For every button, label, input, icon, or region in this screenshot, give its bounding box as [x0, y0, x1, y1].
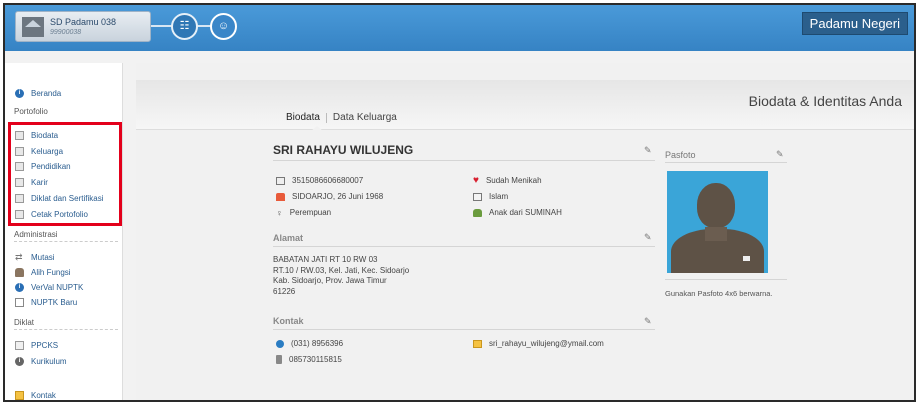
active-tab-caret — [311, 126, 323, 131]
diklat-heading: Diklat — [14, 318, 118, 330]
marital-row: ♥ Sudah Menikah — [473, 174, 542, 186]
edit-photo-pencil-icon[interactable]: ✎ — [776, 149, 784, 160]
sidebar: i Beranda Portofolio Biodata Keluarga Pe… — [5, 63, 123, 400]
transfer-icon: ⇄ — [15, 251, 23, 262]
person-name: SRI RAHAYU WILUJENG — [273, 143, 414, 157]
religion-row: Islam — [473, 192, 508, 201]
heart-icon: ♥ — [473, 174, 479, 186]
photo-silhouette-head — [697, 183, 735, 228]
sidebar-item-kurikulum[interactable]: i Kurikulum — [15, 355, 67, 367]
photo-heading: Pasfoto — [665, 150, 696, 160]
id-card-icon — [276, 176, 285, 185]
org-chart-nav-icon[interactable]: ☷ — [171, 13, 198, 40]
admin-heading: Administrasi — [14, 230, 118, 242]
chart-icon — [15, 340, 24, 350]
nik-row: 3515086606680007 — [276, 176, 363, 185]
tab-separator — [325, 112, 327, 123]
photo-note: Gunakan Pasfoto 4x6 berwarna. — [665, 289, 773, 298]
parent-row: Anak dari SUMINAH — [473, 208, 562, 217]
divider — [665, 162, 787, 163]
portfolio-heading: Portofolio — [14, 107, 48, 116]
mobile-row: 085730115815 — [276, 355, 342, 364]
school-building-icon — [22, 17, 44, 37]
sidebar-item-kontak[interactable]: Kontak — [15, 389, 56, 400]
sidebar-item-label: Alih Fungsi — [31, 267, 71, 277]
phone-row: (031) 8956396 — [276, 339, 343, 348]
marital-value: Sudah Menikah — [485, 176, 542, 185]
mail-icon — [15, 390, 24, 400]
info-icon: i — [15, 88, 24, 98]
tab-biodata[interactable]: Biodata — [286, 112, 320, 123]
address-block: BABATAN JATI RT 10 RW 03 RT.10 / RW.03, … — [273, 255, 409, 297]
gender-value: Perempuan — [289, 208, 332, 217]
nik-value: 3515086606680007 — [292, 176, 364, 185]
envelope-icon — [473, 339, 482, 348]
school-name: SD Padamu 038 — [50, 17, 117, 27]
mobile-phone-icon — [276, 355, 282, 364]
mobile-value: 085730115815 — [289, 355, 342, 364]
divider — [273, 329, 655, 330]
religion-value: Islam — [489, 192, 509, 201]
sidebar-item-label: Kurikulum — [31, 356, 67, 366]
sidebar-item-label: Mutasi — [31, 252, 55, 262]
sidebar-item-label: VerVal NUPTK — [31, 282, 84, 292]
page-title: Biodata & Identitas Anda — [748, 93, 902, 109]
app-frame: SD Padamu 038 99900038 ☷ ☺ Padamu Negeri… — [3, 3, 916, 402]
info-icon: i — [15, 282, 24, 292]
sidebar-item-label: Beranda — [31, 88, 62, 98]
sidebar-item-label: Kontak — [31, 390, 56, 400]
address-line: RT.10 / RW.03, Kel. Jati, Kec. Sidoarjo — [273, 265, 410, 275]
sidebar-item-alih-fungsi[interactable]: Alih Fungsi — [15, 266, 71, 278]
person-icon — [15, 267, 24, 277]
sidebar-item-mutasi[interactable]: ⇄ Mutasi — [15, 251, 55, 263]
tab-bar: Biodata Data Keluarga — [286, 112, 397, 123]
sidebar-item-ppcks[interactable]: PPCKS — [15, 339, 58, 351]
email-row: sri_rahayu_wilujeng@ymail.com — [473, 339, 604, 348]
school-card[interactable]: SD Padamu 038 99900038 — [15, 11, 151, 42]
edit-address-pencil-icon[interactable]: ✎ — [644, 232, 652, 243]
main-content: Biodata & Identitas Anda Biodata Data Ke… — [136, 63, 914, 400]
birth-row: SIDOARJO, 26 Juni 1968 — [276, 192, 383, 201]
gender-row: ♀ Perempuan — [276, 208, 331, 217]
portfolio-highlight-box — [8, 122, 122, 226]
edit-contact-pencil-icon[interactable]: ✎ — [644, 316, 652, 327]
parent-value: Anak dari SUMINAH — [489, 208, 562, 217]
phone-icon — [276, 339, 284, 348]
address-line: Kab. Sidoarjo, Prov. Jawa Timur — [273, 276, 387, 285]
address-line: 61226 — [273, 286, 296, 296]
profile-photo-placeholder — [667, 171, 768, 273]
divider — [665, 279, 787, 280]
brand-label[interactable]: Padamu Negeri — [801, 12, 908, 35]
divider — [273, 246, 655, 247]
divider — [273, 160, 655, 161]
profile-nav-icon[interactable]: ☺ — [210, 13, 237, 40]
birth-value: SIDOARJO, 26 Juni 1968 — [292, 192, 384, 201]
address-line: BABATAN JATI RT 10 RW 03 — [273, 255, 378, 264]
school-id: 99900038 — [50, 29, 82, 36]
sidebar-item-nuptk-baru[interactable]: NUPTK Baru — [15, 296, 77, 308]
sidebar-item-verval-nuptk[interactable]: i VerVal NUPTK — [15, 281, 83, 293]
top-bar: SD Padamu 038 99900038 ☷ ☺ Padamu Negeri — [5, 5, 914, 51]
page-icon — [15, 297, 24, 307]
email-value[interactable]: sri_rahayu_wilujeng@ymail.com — [489, 339, 604, 348]
photo-silhouette-collar — [705, 227, 727, 241]
edit-name-pencil-icon[interactable]: ✎ — [644, 145, 652, 156]
sidebar-item-beranda[interactable]: i Beranda — [15, 87, 61, 99]
photo-silhouette-badge — [743, 256, 750, 261]
contact-heading: Kontak — [273, 316, 304, 326]
tab-data-keluarga[interactable]: Data Keluarga — [333, 112, 397, 123]
address-heading: Alamat — [273, 233, 304, 243]
phone-value: (031) 8956396 — [291, 339, 344, 348]
info-icon: i — [15, 356, 24, 366]
birthday-cake-icon — [276, 192, 285, 201]
religion-book-icon — [473, 192, 482, 201]
gender-icon: ♀ — [276, 207, 283, 218]
family-icon — [473, 208, 482, 217]
sidebar-item-label: NUPTK Baru — [31, 297, 78, 307]
sidebar-item-label: PPCKS — [31, 340, 59, 350]
